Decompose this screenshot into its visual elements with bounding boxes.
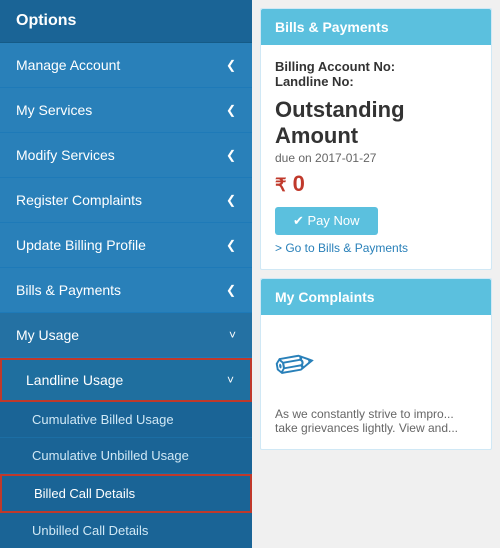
sidebar-item-update-billing-profile[interactable]: Update Billing Profile ❮	[0, 223, 252, 268]
sidebar-item-my-usage[interactable]: My Usage ˅	[0, 313, 252, 358]
chevron-left-icon: ❮	[226, 193, 236, 207]
sidebar-header: Options	[0, 0, 252, 43]
go-to-bills-link[interactable]: > Go to Bills & Payments	[275, 241, 477, 255]
amount-number: 0	[293, 171, 305, 196]
usage-submenu: Landline Usage ˅ Cumulative Billed Usage…	[0, 358, 252, 548]
chevron-left-icon: ❮	[226, 58, 236, 72]
sidebar-item-label: Register Complaints	[16, 192, 142, 208]
sidebar-item-label: Bills & Payments	[16, 282, 121, 298]
main-content: Bills & Payments Billing Account No: Lan…	[252, 0, 500, 548]
submenu-item-cumulative-billed[interactable]: Cumulative Billed Usage	[0, 402, 252, 438]
chevron-down-icon: ˅	[229, 328, 236, 342]
pencil-icon: ✏	[270, 334, 319, 396]
chevron-left-icon: ❮	[226, 283, 236, 297]
bills-payments-panel: Bills & Payments Billing Account No: Lan…	[260, 8, 492, 270]
my-complaints-panel-body: ✏ As we constantly strive to impro... ta…	[261, 315, 491, 449]
pay-now-button[interactable]: ✔ Pay Now	[275, 207, 378, 235]
due-date-label: due on 2017-01-27	[275, 151, 477, 165]
sidebar-item-my-services[interactable]: My Services ❮	[0, 88, 252, 133]
amount-value: ₹ 0	[275, 171, 477, 197]
bills-payments-panel-body: Billing Account No: Landline No: Outstan…	[261, 45, 491, 269]
chevron-left-icon: ❮	[226, 238, 236, 252]
billing-account-label: Billing Account No:	[275, 59, 477, 74]
sidebar-item-register-complaints[interactable]: Register Complaints ❮	[0, 178, 252, 223]
submenu-item-unbilled-call-details[interactable]: Unbilled Call Details	[0, 513, 252, 548]
sidebar-item-label: My Usage	[16, 327, 79, 343]
rupee-icon: ₹	[275, 175, 286, 195]
sidebar-item-label: Manage Account	[16, 57, 120, 73]
chevron-left-icon: ❮	[226, 103, 236, 117]
outstanding-amount-label: Outstanding Amount	[275, 97, 477, 149]
sidebar: Options Manage Account ❮ My Services ❮ M…	[0, 0, 252, 548]
chevron-down-icon: ˅	[227, 373, 234, 387]
sidebar-item-label: Update Billing Profile	[16, 237, 146, 253]
submenu-parent-label: Landline Usage	[26, 372, 123, 388]
submenu-item-cumulative-unbilled[interactable]: Cumulative Unbilled Usage	[0, 438, 252, 474]
sidebar-item-label: My Services	[16, 102, 92, 118]
my-complaints-panel: My Complaints ✏ As we constantly strive …	[260, 278, 492, 450]
submenu-item-billed-call-details[interactable]: Billed Call Details	[0, 474, 252, 513]
sidebar-item-manage-account[interactable]: Manage Account ❮	[0, 43, 252, 88]
complaints-description: As we constantly strive to impro... take…	[275, 407, 477, 435]
submenu-landline-usage[interactable]: Landline Usage ˅	[0, 358, 252, 402]
my-complaints-panel-header: My Complaints	[261, 279, 491, 315]
sidebar-item-modify-services[interactable]: Modify Services ❮	[0, 133, 252, 178]
chevron-left-icon: ❮	[226, 148, 236, 162]
bills-payments-panel-header: Bills & Payments	[261, 9, 491, 45]
sidebar-item-label: Modify Services	[16, 147, 115, 163]
landline-label: Landline No:	[275, 74, 477, 89]
sidebar-item-bills-payments[interactable]: Bills & Payments ❮	[0, 268, 252, 313]
